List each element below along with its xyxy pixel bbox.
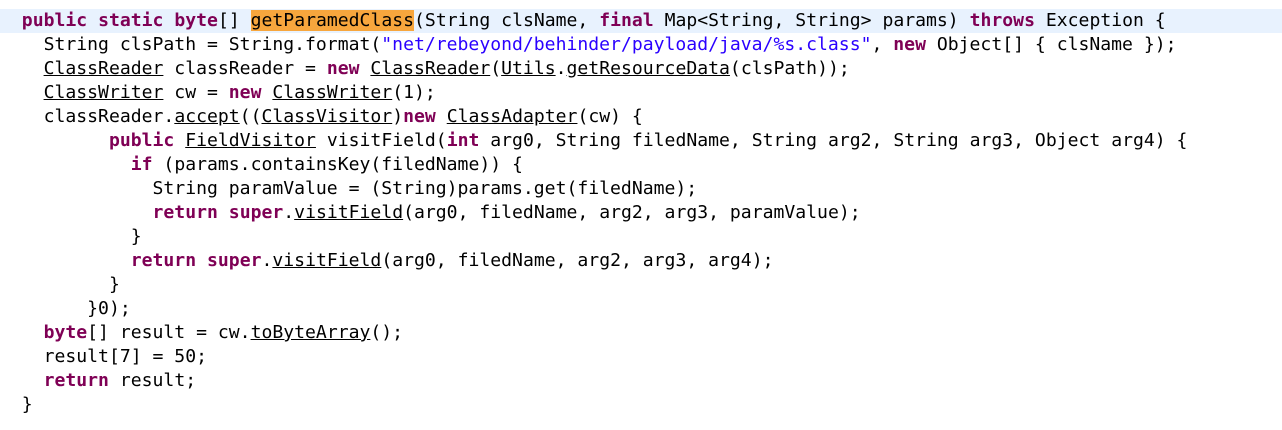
code-text: (clsPath));: [729, 58, 850, 79]
code-text: classReader.: [43, 106, 175, 127]
code-line-17[interactable]: }: [0, 393, 1282, 417]
code-text: [] result = cw.: [87, 322, 251, 343]
code-text: }: [108, 274, 120, 295]
keyword-new: new: [403, 106, 436, 127]
code-line-4[interactable]: ClassWriter cw = new ClassWriter(1);: [0, 81, 1282, 105]
code-line-5[interactable]: classReader.accept((ClassVisitor)new Cla…: [0, 105, 1282, 129]
code-text: }: [21, 394, 33, 415]
code-line-3[interactable]: ClassReader classReader = new ClassReade…: [0, 57, 1282, 81]
code-text: (cw) {: [577, 106, 643, 127]
code-line-7[interactable]: if (params.containsKey(filedName)) {: [0, 153, 1282, 177]
code-text: (String clsName,: [414, 10, 600, 31]
code-text: .: [261, 250, 273, 271]
code-text: result;: [108, 370, 197, 391]
code-line-15[interactable]: result[7] = 50;: [0, 345, 1282, 369]
code-text: Object[] { clsName });: [925, 34, 1177, 55]
keyword-super: super: [228, 202, 284, 223]
code-text: ): [392, 106, 404, 127]
code-text: ((: [239, 106, 262, 127]
code-text: result[7] = 50;: [43, 346, 207, 367]
code-line-12[interactable]: }: [0, 273, 1282, 297]
type-link[interactable]: ClassAdapter: [447, 106, 578, 127]
keyword-public: public: [21, 10, 88, 31]
keyword-byte: byte: [174, 10, 218, 31]
code-text: Exception {: [1034, 10, 1166, 31]
code-line-10[interactable]: }: [0, 225, 1282, 249]
keyword-throws: throws: [969, 10, 1035, 31]
keyword-return: return: [130, 250, 197, 271]
code-line-9[interactable]: return super.visitField(arg0, filedName,…: [0, 201, 1282, 225]
keyword-super: super: [207, 250, 262, 271]
code-line-13[interactable]: }0);: [0, 297, 1282, 321]
code-text: arg0, String filedName, String arg2, Str…: [479, 130, 1188, 151]
code-text: }: [130, 226, 142, 247]
keyword-int: int: [446, 130, 480, 151]
method-link[interactable]: accept: [174, 106, 239, 127]
keyword-return: return: [43, 370, 109, 391]
type-link[interactable]: ClassReader: [44, 58, 164, 79]
code-text: (: [490, 58, 502, 79]
code-text: (arg0, filedName, arg2, arg3, arg4);: [381, 250, 774, 271]
type-link[interactable]: ClassWriter: [44, 82, 164, 103]
code-text: (arg0, filedName, arg2, arg3, paramValue…: [403, 202, 861, 223]
keyword-if: if: [130, 154, 153, 175]
code-text: (params.containsKey(filedName)) {: [152, 154, 523, 175]
method-link[interactable]: visitField: [272, 250, 381, 271]
keyword-new: new: [893, 34, 926, 55]
code-text: .: [555, 58, 567, 79]
code-text: .: [283, 202, 295, 223]
string-literal: "net/rebeyond/behinder/payload/java/%s.c…: [381, 34, 872, 55]
code-text: cw =: [163, 82, 229, 103]
constructor-link[interactable]: ClassReader: [370, 58, 490, 79]
code-text: }0);: [87, 298, 131, 319]
code-text: visitField(: [315, 130, 447, 151]
type-link[interactable]: FieldVisitor: [185, 130, 316, 151]
keyword-new: new: [326, 58, 360, 79]
code-line-6[interactable]: public FieldVisitor visitField(int arg0,…: [0, 129, 1282, 153]
method-link[interactable]: visitField: [294, 202, 403, 223]
code-line-8[interactable]: String paramValue = (String)params.get(f…: [0, 177, 1282, 201]
type-link[interactable]: Utils: [501, 58, 555, 79]
keyword-byte: byte: [43, 322, 88, 343]
code-editor[interactable]: public static byte[] getParamedClass(Str…: [0, 0, 1282, 430]
code-text: String clsPath = String.format(: [43, 34, 382, 55]
code-line-14[interactable]: byte[] result = cw.toByteArray();: [0, 321, 1282, 345]
type-link[interactable]: ClassVisitor: [261, 106, 392, 127]
code-text: (1);: [392, 82, 436, 103]
keyword-public: public: [108, 130, 175, 151]
code-text: String paramValue = (String)params.get(f…: [152, 178, 698, 199]
method-link[interactable]: getResourceData: [567, 58, 730, 79]
code-text: Map<String, String> params): [653, 10, 970, 31]
code-text: classReader =: [163, 58, 327, 79]
code-line-16[interactable]: return result;: [0, 369, 1282, 393]
keyword-return: return: [152, 202, 218, 223]
code-line-1[interactable]: public static byte[] getParamedClass(Str…: [0, 9, 1282, 33]
method-link[interactable]: toByteArray: [251, 322, 371, 343]
constructor-link[interactable]: ClassWriter: [272, 82, 392, 103]
code-line-11[interactable]: return super.visitField(arg0, filedName,…: [0, 249, 1282, 273]
keyword-new: new: [228, 82, 262, 103]
code-text: ();: [370, 322, 404, 343]
code-text: []: [217, 10, 251, 31]
keyword-final: final: [599, 10, 654, 31]
code-line-2[interactable]: String clsPath = String.format("net/rebe…: [0, 33, 1282, 57]
code-text: ,: [871, 34, 894, 55]
highlighted-method-name[interactable]: getParamedClass: [250, 10, 415, 31]
keyword-static: static: [98, 10, 164, 31]
